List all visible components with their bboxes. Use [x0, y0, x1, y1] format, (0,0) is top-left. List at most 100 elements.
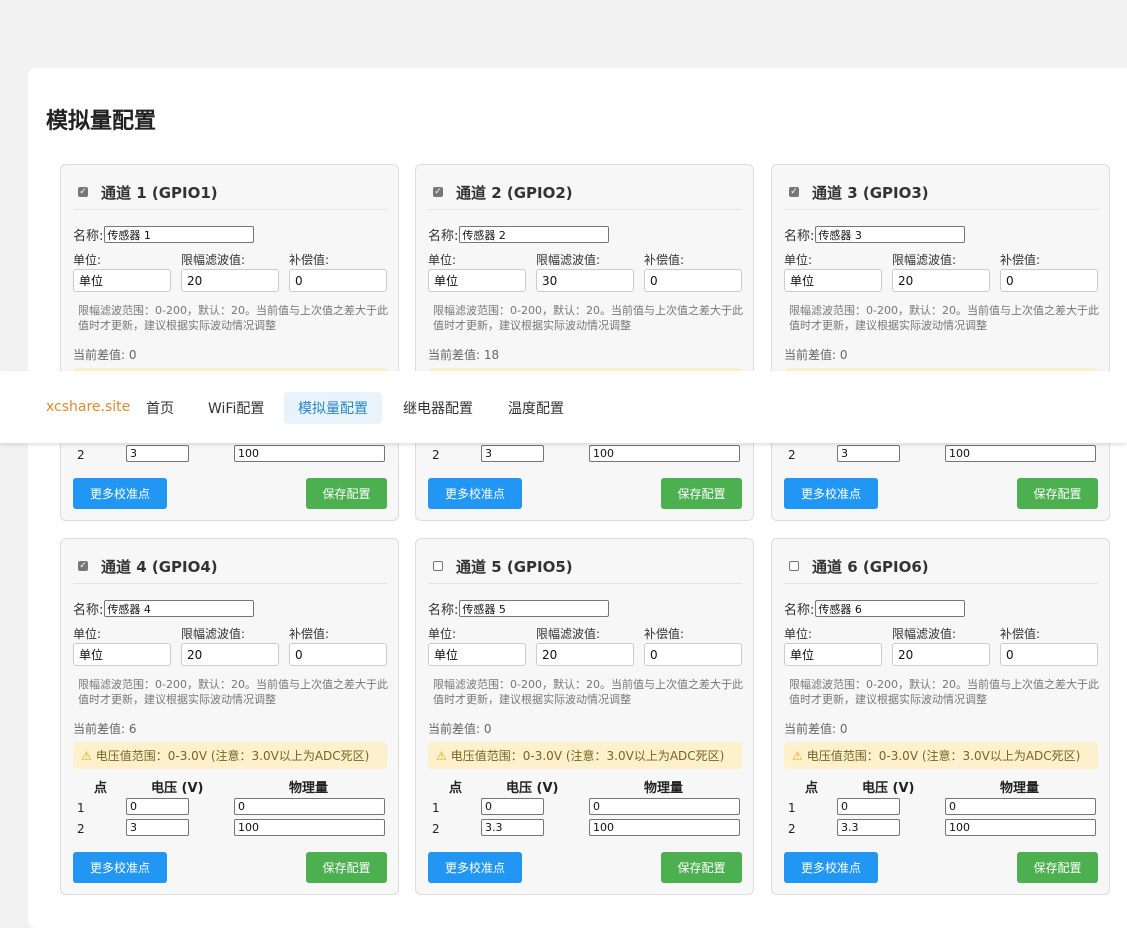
save-config-button[interactable]: 保存配置: [1017, 478, 1098, 509]
unit-input[interactable]: 单位: [73, 269, 171, 292]
cal-voltage-2[interactable]: 3.3: [481, 819, 544, 836]
cal-voltage-2[interactable]: 3.3: [837, 819, 900, 836]
warning-icon: ⚠: [436, 748, 447, 763]
current-diff: 当前差值: 0: [784, 348, 848, 362]
channel-title: 通道 1 (GPIO1): [101, 183, 218, 202]
save-config-button[interactable]: 保存配置: [306, 852, 387, 883]
channel-title: 通道 2 (GPIO2): [456, 183, 573, 202]
channel-enable-checkbox[interactable]: [789, 561, 799, 571]
col-physical-header: 物理量: [644, 781, 684, 796]
cal-physical-2[interactable]: 100: [234, 445, 385, 462]
cal-physical-1[interactable]: 0: [945, 798, 1096, 815]
channel-card-3: ✓ 通道 3 (GPIO3) 名称: 传感器 3 单位: 限幅滤波值: 补偿值:…: [771, 164, 1110, 521]
col-voltage-header: 电压 (V): [506, 781, 559, 796]
more-points-button[interactable]: 更多校准点: [784, 852, 878, 883]
save-config-button[interactable]: 保存配置: [661, 478, 742, 509]
filter-input[interactable]: 30: [536, 269, 634, 292]
warning-text: 电压值范围：0-3.0V (注意：3.0V以上为ADC死区): [95, 749, 370, 763]
channel-title: 通道 3 (GPIO3): [812, 183, 929, 202]
more-points-button[interactable]: 更多校准点: [73, 852, 167, 883]
more-points-button[interactable]: 更多校准点: [428, 478, 522, 509]
cal-physical-2[interactable]: 100: [945, 445, 1096, 462]
more-points-button[interactable]: 更多校准点: [73, 478, 167, 509]
name-label: 名称:: [73, 603, 104, 618]
more-points-button[interactable]: 更多校准点: [428, 852, 522, 883]
channel-enable-checkbox[interactable]: ✓: [433, 187, 443, 197]
nav-item-temperature[interactable]: 温度配置: [494, 392, 578, 424]
voltage-warning: ⚠ 电压值范围：0-3.0V (注意：3.0V以上为ADC死区): [73, 742, 387, 769]
offset-input[interactable]: 0: [1000, 643, 1098, 666]
offset-input[interactable]: 0: [289, 269, 387, 292]
current-diff: 当前差值: 6: [73, 722, 137, 736]
channel-enable-checkbox[interactable]: ✓: [789, 187, 799, 197]
nav-item-home[interactable]: 首页: [132, 392, 188, 424]
voltage-warning: ⚠ 电压值范围：0-3.0V (注意：3.0V以上为ADC死区): [784, 742, 1098, 769]
page-title: 模拟量配置: [46, 109, 157, 134]
name-input[interactable]: 传感器 4: [104, 600, 255, 617]
nav-item-analog[interactable]: 模拟量配置: [284, 392, 382, 424]
warning-text: 电压值范围：0-3.0V (注意：3.0V以上为ADC死区): [806, 749, 1081, 763]
more-points-button[interactable]: 更多校准点: [784, 478, 878, 509]
cal-physical-2[interactable]: 100: [589, 445, 740, 462]
current-diff: 当前差值: 0: [428, 722, 492, 736]
cal-physical-2[interactable]: 100: [589, 819, 740, 836]
unit-input[interactable]: 单位: [784, 643, 882, 666]
name-row: 名称: 传感器 1: [73, 225, 255, 244]
name-input[interactable]: 传感器 5: [459, 600, 610, 617]
save-config-button[interactable]: 保存配置: [661, 852, 742, 883]
filter-input[interactable]: 20: [536, 643, 634, 666]
filter-input[interactable]: 20: [181, 269, 279, 292]
col-point-header: 点: [805, 781, 819, 796]
cal-voltage-2[interactable]: 3: [837, 445, 900, 462]
cal-physical-1[interactable]: 0: [234, 798, 385, 815]
filter-input[interactable]: 20: [892, 643, 990, 666]
channel-title: 通道 4 (GPIO4): [101, 557, 218, 576]
current-diff: 当前差值: 0: [73, 348, 137, 362]
cal-voltage-2[interactable]: 3: [126, 819, 189, 836]
filter-hint: 限幅滤波范围：0-200，默认：20。当前值与上次值之差大于此值时才更新，建议根…: [433, 304, 743, 332]
filter-hint: 限幅滤波范围：0-200，默认：20。当前值与上次值之差大于此值时才更新，建议根…: [433, 678, 743, 706]
voltage-warning: ⚠ 电压值范围：0-3.0V (注意：3.0V以上为ADC死区): [428, 742, 742, 769]
offset-input[interactable]: 0: [289, 643, 387, 666]
offset-input[interactable]: 0: [644, 269, 742, 292]
nav-item-wifi[interactable]: WiFi配置: [194, 392, 278, 424]
save-config-button[interactable]: 保存配置: [1017, 852, 1098, 883]
cal-point-2: 2: [432, 822, 440, 836]
offset-input[interactable]: 0: [644, 643, 742, 666]
channel-enable-checkbox[interactable]: [433, 561, 443, 571]
name-input[interactable]: 传感器 3: [815, 226, 966, 243]
channel-enable-checkbox[interactable]: ✓: [78, 561, 88, 571]
unit-label: 单位:: [428, 253, 457, 267]
filter-hint: 限幅滤波范围：0-200，默认：20。当前值与上次值之差大于此值时才更新，建议根…: [789, 304, 1099, 332]
name-input[interactable]: 传感器 1: [104, 226, 255, 243]
cal-voltage-1[interactable]: 0: [837, 798, 900, 815]
filter-input[interactable]: 20: [181, 643, 279, 666]
channel-header: 通道 5 (GPIO5): [428, 549, 742, 584]
filter-input[interactable]: 20: [892, 269, 990, 292]
cal-physical-2[interactable]: 100: [945, 819, 1096, 836]
cal-voltage-1[interactable]: 0: [126, 798, 189, 815]
offset-input[interactable]: 0: [1000, 269, 1098, 292]
unit-input[interactable]: 单位: [428, 643, 526, 666]
unit-input[interactable]: 单位: [784, 269, 882, 292]
cal-point-2: 2: [432, 448, 440, 462]
current-diff: 当前差值: 18: [428, 348, 500, 362]
brand-logo[interactable]: xcshare.site: [46, 399, 130, 415]
cal-physical-1[interactable]: 0: [589, 798, 740, 815]
nav-item-relay[interactable]: 继电器配置: [389, 392, 487, 424]
unit-label: 单位:: [784, 627, 813, 641]
name-input[interactable]: 传感器 6: [815, 600, 966, 617]
cal-voltage-2[interactable]: 3: [126, 445, 189, 462]
cal-voltage-1[interactable]: 0: [481, 798, 544, 815]
channel-card-1: ✓ 通道 1 (GPIO1) 名称: 传感器 1 单位: 限幅滤波值: 补偿值:…: [60, 164, 399, 521]
name-input[interactable]: 传感器 2: [459, 226, 610, 243]
unit-input[interactable]: 单位: [428, 269, 526, 292]
save-config-button[interactable]: 保存配置: [306, 478, 387, 509]
unit-input[interactable]: 单位: [73, 643, 171, 666]
col-voltage-header: 电压 (V): [862, 781, 915, 796]
name-row: 名称: 传感器 5: [428, 599, 610, 618]
cal-physical-2[interactable]: 100: [234, 819, 385, 836]
channel-enable-checkbox[interactable]: ✓: [78, 187, 88, 197]
cal-voltage-2[interactable]: 3: [481, 445, 544, 462]
cal-point-2: 2: [788, 822, 796, 836]
